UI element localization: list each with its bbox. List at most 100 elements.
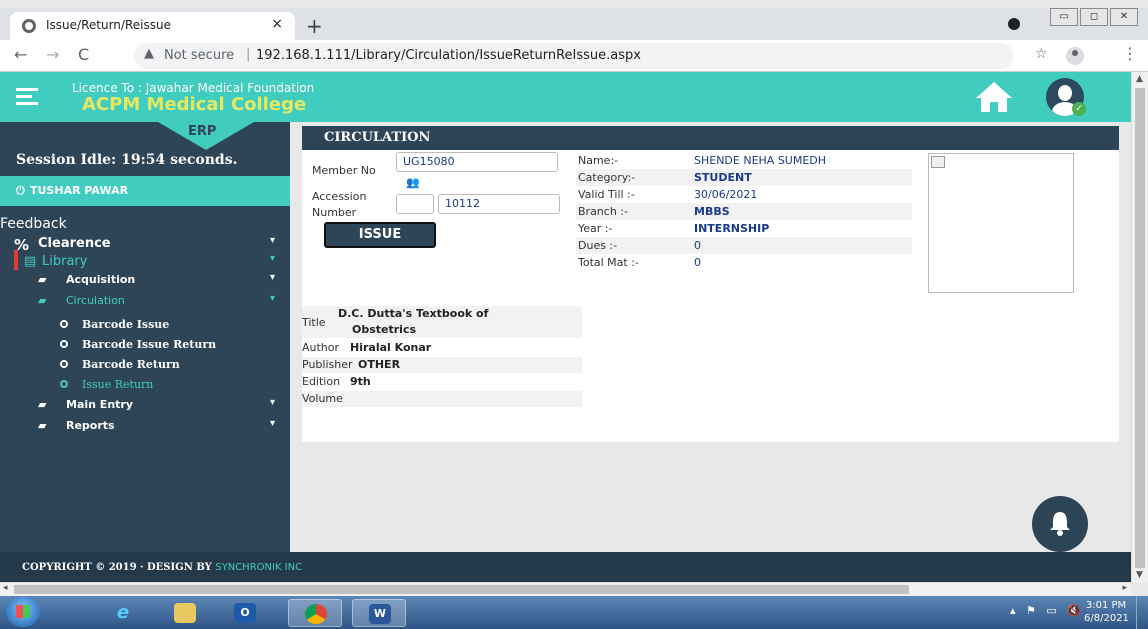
show-desktop-button[interactable] xyxy=(1136,596,1148,629)
folder-icon xyxy=(174,603,196,623)
issue-button[interactable]: ISSUE xyxy=(324,222,436,248)
sidebar-item-barcode-issue[interactable]: Barcode Issue xyxy=(0,316,290,336)
circle-icon xyxy=(60,320,68,328)
taskbar-ie[interactable]: e xyxy=(96,599,150,627)
new-tab-button[interactable]: + xyxy=(306,14,323,38)
feedback-link[interactable]: Feedback xyxy=(0,216,67,232)
security-label: Not secure xyxy=(164,48,235,63)
sidebar-item-barcode-return[interactable]: Barcode Return xyxy=(0,356,290,376)
scrollbar-thumb[interactable] xyxy=(1135,88,1145,568)
book-edition-label: Edition xyxy=(302,375,341,388)
folder-icon: ▰ xyxy=(38,273,47,286)
info-value: 0 xyxy=(694,256,701,269)
menu-icon[interactable]: ⋮ xyxy=(1122,44,1138,63)
minimize-button[interactable]: ▭ xyxy=(1050,8,1078,26)
folder-open-icon: ▰ xyxy=(38,419,47,432)
reload-icon[interactable]: C xyxy=(78,45,89,64)
sidebar-item-issue-return[interactable]: Issue Return xyxy=(0,376,290,396)
browser-tab-bar: Issue/Return/Reissue × + ▭ ◻ ✕ xyxy=(0,8,1148,40)
vertical-scrollbar[interactable]: ▲ ▼ xyxy=(1131,72,1148,582)
tab-close-icon[interactable]: × xyxy=(271,16,283,32)
info-row-year: Year :- INTERNSHIP xyxy=(576,220,912,237)
info-row-valid-till: Valid Till :- 30/06/2021 xyxy=(576,186,912,203)
notification-bell-button[interactable] xyxy=(1032,496,1088,552)
browser-tab[interactable]: Issue/Return/Reissue × xyxy=(10,12,295,40)
licence-text: Licence To : Jawahar Medical Foundation xyxy=(72,81,315,95)
info-value: INTERNSHIP xyxy=(694,222,770,235)
sidebar-item-library[interactable]: ▤ Library ▾ xyxy=(0,252,290,272)
horizontal-scrollbar[interactable]: ◂ ▸ xyxy=(0,582,1131,596)
sidebar-item-barcode-issue-return[interactable]: Barcode Issue Return xyxy=(0,336,290,356)
page-title: CIRCULATION xyxy=(324,130,431,145)
sidebar-item-label: Issue Return xyxy=(82,378,154,391)
accession-prefix-input[interactable] xyxy=(396,194,434,214)
circle-icon xyxy=(60,360,68,368)
back-icon[interactable]: ← xyxy=(14,45,27,64)
taskbar-word[interactable]: W xyxy=(352,599,406,627)
member-no-input[interactable]: UG15080 xyxy=(396,152,558,172)
taskbar-outlook[interactable]: O xyxy=(218,599,272,627)
sidebar-item-label: Main Entry xyxy=(66,398,133,411)
url-text[interactable]: 192.168.1.111/Library/Circulation/IssueR… xyxy=(256,48,641,63)
card-header: CIRCULATION xyxy=(302,126,1119,150)
clock-time: 3:01 PM xyxy=(1085,600,1127,611)
omnibox[interactable]: ▲ Not secure | 192.168.1.111/Library/Cir… xyxy=(134,43,1014,69)
book-author-value: Hiralal Konar xyxy=(350,341,432,354)
folder-open-icon: ▰ xyxy=(38,398,47,411)
book-publisher-row: Publisher OTHER xyxy=(302,357,582,373)
scroll-up-icon[interactable]: ▲ xyxy=(1136,74,1143,84)
forward-icon[interactable]: → xyxy=(46,45,59,64)
broken-image-icon xyxy=(931,156,945,168)
info-key: Branch :- xyxy=(578,205,628,218)
scroll-left-icon[interactable]: ◂ xyxy=(3,583,8,593)
word-icon: W xyxy=(369,604,391,624)
maximize-button[interactable]: ◻ xyxy=(1080,8,1108,26)
close-button[interactable]: ✕ xyxy=(1110,8,1138,26)
home-icon[interactable] xyxy=(974,80,1014,114)
member-label: Member No xyxy=(312,164,376,177)
book-author-row: Author Hiralal Konar xyxy=(302,340,582,356)
taskbar-explorer[interactable] xyxy=(158,599,212,627)
hamburger-icon[interactable] xyxy=(16,88,38,109)
profile-icon[interactable] xyxy=(1066,47,1084,65)
member-photo xyxy=(928,153,1074,293)
bookmark-star-icon[interactable]: ☆ xyxy=(1035,46,1048,62)
book-author-label: Author xyxy=(302,341,340,354)
sidebar-item-clearence[interactable]: % Clearence ▾ xyxy=(0,234,290,254)
book-title-label: Title xyxy=(302,316,326,329)
designer-link[interactable]: SYNCHRONIK INC xyxy=(215,562,302,573)
chevron-down-icon: ▾ xyxy=(270,397,276,408)
user-bar[interactable]: ⏻ TUSHAR PAWAR xyxy=(0,176,290,206)
accession-label-2: Number xyxy=(312,206,357,219)
info-value: MBBS xyxy=(694,205,730,218)
book-title-row: Title D.C. Dutta's Textbook of Obstetric… xyxy=(302,306,582,338)
book-title-line-2: Obstetrics xyxy=(352,323,417,336)
sidebar-item-label: Clearence xyxy=(38,236,111,251)
power-icon: ⏻ xyxy=(16,184,25,197)
scroll-down-icon[interactable]: ▼ xyxy=(1136,570,1143,580)
book-publisher-label: Publisher xyxy=(302,358,353,371)
members-icon[interactable]: 👥 xyxy=(406,176,420,189)
chevron-down-icon: ▾ xyxy=(270,293,276,304)
scroll-right-icon[interactable]: ▸ xyxy=(1122,583,1127,593)
book-volume-row: Volume xyxy=(302,391,582,407)
sidebar-item-reports[interactable]: ▰ Reports ▾ xyxy=(0,417,290,437)
sidebar-item-main-entry[interactable]: ▰ Main Entry ▾ xyxy=(0,396,290,416)
start-button[interactable] xyxy=(6,597,40,627)
sidebar-item-circulation[interactable]: ▰ Circulation ▾ xyxy=(0,292,290,312)
taskbar-chrome[interactable] xyxy=(288,599,342,627)
chrome-icon xyxy=(305,604,327,624)
sidebar-item-label: Barcode Return xyxy=(82,358,180,371)
info-row-category: Category:- STUDENT xyxy=(576,169,912,186)
sidebar-item-label: Circulation xyxy=(66,294,125,307)
system-tray-icons[interactable]: ▴ ⚑ ▭ 🔇 xyxy=(1010,604,1081,617)
clock[interactable]: 3:01 PM 6/8/2021 xyxy=(1084,599,1129,625)
clock-date: 6/8/2021 xyxy=(1084,613,1129,624)
accession-number-input[interactable]: 10112 xyxy=(438,194,560,214)
scrollbar-thumb[interactable] xyxy=(14,585,909,594)
sidebar-item-acquisition[interactable]: ▰ Acquisition ▾ xyxy=(0,271,290,291)
tab-title: Issue/Return/Reissue xyxy=(46,18,171,32)
session-timer: Session Idle: 19:54 seconds. xyxy=(16,152,238,168)
warning-icon: ▲ xyxy=(144,46,154,61)
info-value: SHENDE NEHA SUMEDH xyxy=(694,154,827,167)
